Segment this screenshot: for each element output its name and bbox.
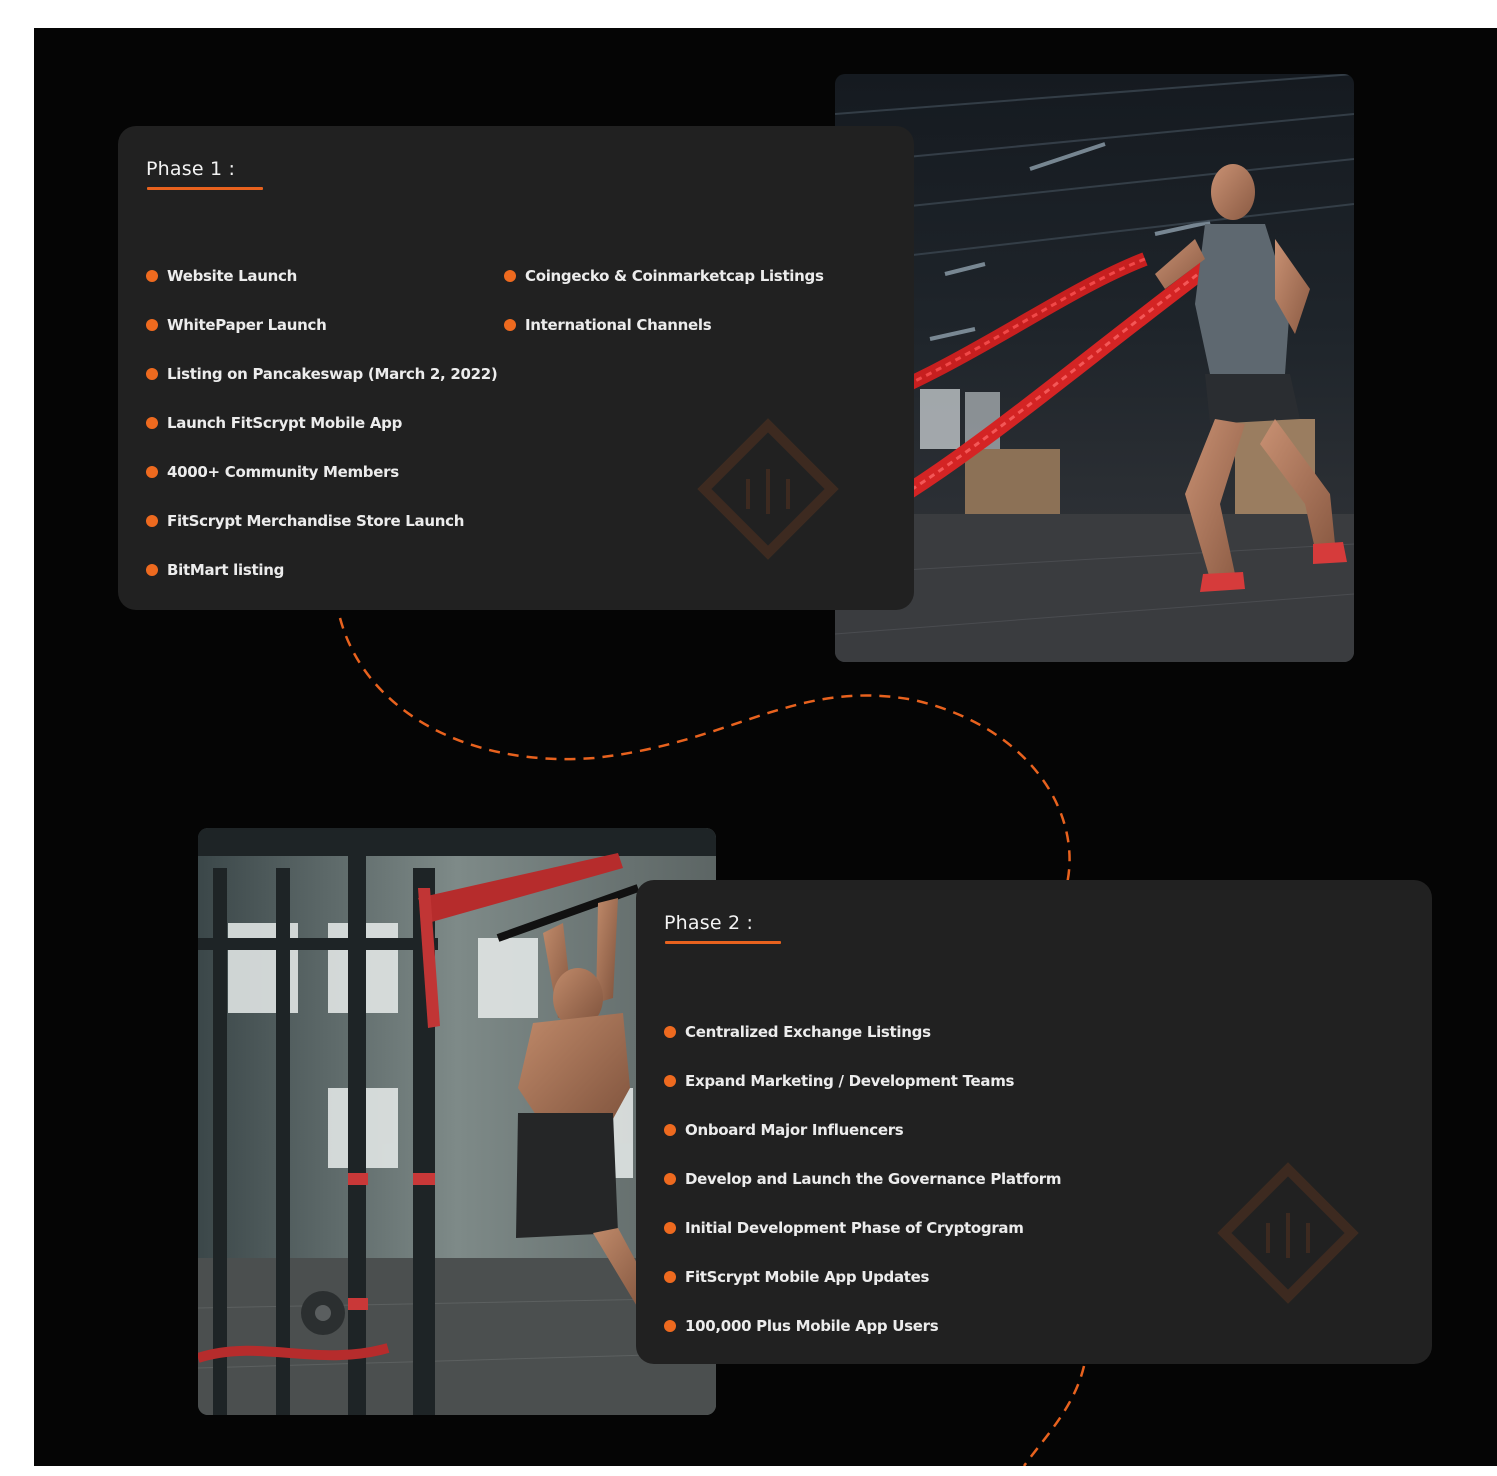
milestone-list: Centralized Exchange Listings Expand Mar… xyxy=(664,1021,1062,1364)
list-item: Initial Development Phase of Cryptogram xyxy=(664,1217,1061,1266)
milestone-label: Website Launch xyxy=(167,267,297,285)
orange-dot-icon xyxy=(146,417,158,429)
orange-dot-icon xyxy=(664,1222,676,1234)
milestone-list: Coingecko & Coinmarketcap Listings Inter… xyxy=(504,265,824,363)
list-item: 100,000 Plus Mobile App Users xyxy=(664,1315,1061,1364)
milestone-label: FitScrypt Merchandise Store Launch xyxy=(167,512,465,530)
milestone-label: Listing on Pancakeswap (March 2, 2022) xyxy=(167,365,498,383)
list-item: Develop and Launch the Governance Platfo… xyxy=(664,1168,1062,1217)
milestone-label: International Channels xyxy=(525,316,712,334)
phase-title: Phase 1 : xyxy=(146,158,236,180)
title-underline xyxy=(665,941,781,944)
orange-dot-icon xyxy=(146,515,158,527)
milestone-label: Expand Marketing / Development Teams xyxy=(685,1072,1015,1090)
orange-dot-icon xyxy=(664,1026,676,1038)
milestone-label: WhitePaper Launch xyxy=(167,316,327,334)
orange-dot-icon xyxy=(504,270,516,282)
title-underline xyxy=(147,187,263,190)
milestone-label: Launch FitScrypt Mobile App xyxy=(167,414,403,432)
milestone-label: 100,000 Plus Mobile App Users xyxy=(685,1317,939,1335)
orange-dot-icon xyxy=(664,1075,676,1087)
list-item: WhitePaper Launch xyxy=(146,314,497,363)
diamond-logo-icon xyxy=(697,418,839,560)
milestone-label: 4000+ Community Members xyxy=(167,463,399,481)
list-item: BitMart listing xyxy=(146,559,497,608)
milestone-label: Coingecko & Coinmarketcap Listings xyxy=(525,267,824,285)
orange-dot-icon xyxy=(146,466,158,478)
list-item: 4000+ Community Members xyxy=(146,461,497,510)
list-item: Launch FitScrypt Mobile App xyxy=(146,412,497,461)
phase-1-card: Phase 1 : Website Launch WhitePaper Laun… xyxy=(118,126,914,610)
orange-dot-icon xyxy=(146,564,158,576)
phase-2-card: Phase 2 : Centralized Exchange Listings … xyxy=(636,880,1432,1364)
orange-dot-icon xyxy=(146,368,158,380)
orange-dot-icon xyxy=(146,270,158,282)
milestone-label: FitScrypt Mobile App Updates xyxy=(685,1268,930,1286)
orange-dot-icon xyxy=(664,1173,676,1185)
orange-dot-icon xyxy=(664,1271,676,1283)
list-item: Onboard Major Influencers xyxy=(664,1119,1061,1168)
orange-dot-icon xyxy=(664,1320,676,1332)
orange-dot-icon xyxy=(664,1124,676,1136)
list-item: Coingecko & Coinmarketcap Listings xyxy=(504,265,824,314)
list-item: Expand Marketing / Development Teams xyxy=(664,1070,1061,1119)
roadmap-section: Phase 1 : Website Launch WhitePaper Laun… xyxy=(34,28,1497,1466)
milestone-list: Website Launch WhitePaper Launch Listing… xyxy=(146,265,498,608)
milestone-label: Onboard Major Influencers xyxy=(685,1121,904,1139)
list-item: FitScrypt Merchandise Store Launch xyxy=(146,510,497,559)
milestone-label: Develop and Launch the Governance Platfo… xyxy=(685,1170,1062,1188)
milestone-label: Initial Development Phase of Cryptogram xyxy=(685,1219,1024,1237)
diamond-logo-icon xyxy=(1217,1162,1359,1304)
phase-title: Phase 2 : xyxy=(664,912,754,934)
list-item: Website Launch xyxy=(146,265,497,314)
list-item: FitScrypt Mobile App Updates xyxy=(664,1266,1061,1315)
list-item: International Channels xyxy=(504,314,824,363)
orange-dot-icon xyxy=(504,319,516,331)
list-item: Centralized Exchange Listings xyxy=(664,1021,1061,1070)
list-item: Listing on Pancakeswap (March 2, 2022) xyxy=(146,363,498,412)
milestone-label: Centralized Exchange Listings xyxy=(685,1023,931,1041)
milestone-label: BitMart listing xyxy=(167,561,285,579)
orange-dot-icon xyxy=(146,319,158,331)
